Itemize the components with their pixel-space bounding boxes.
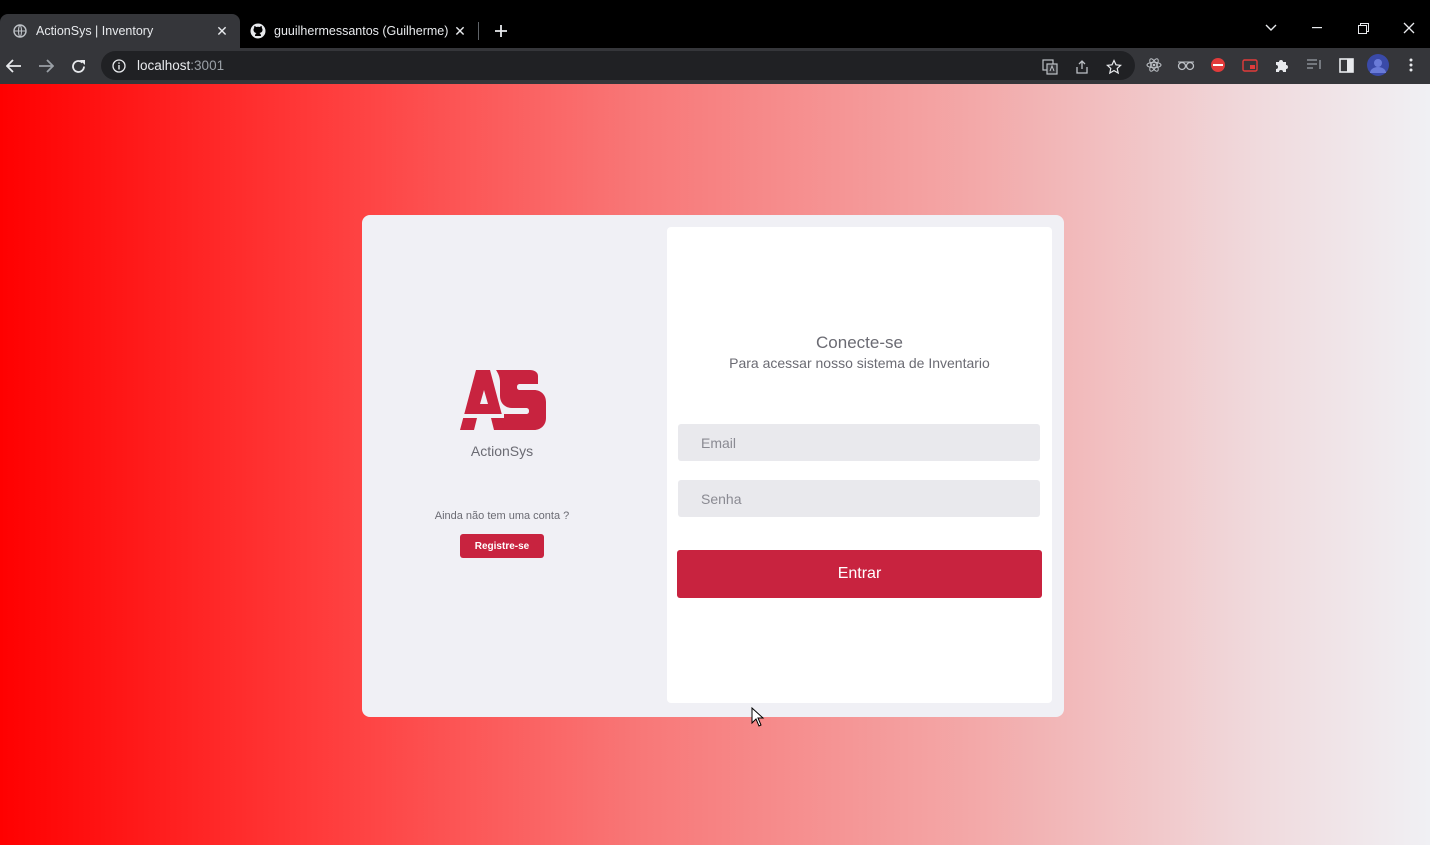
login-card: ActionSys Ainda não tem uma conta ? Regi…: [362, 215, 1064, 717]
mouse-cursor-icon: [751, 706, 765, 727]
new-tab-icon[interactable]: [490, 20, 512, 42]
login-panel: Conecte-se Para acessar nosso sistema de…: [667, 227, 1052, 703]
tab-title: ActionSys | Inventory: [36, 24, 154, 38]
info-icon[interactable]: [111, 58, 127, 74]
minimize-icon[interactable]: [1302, 14, 1332, 42]
close-tab-icon[interactable]: ✕: [212, 21, 232, 41]
globe-icon: [12, 23, 28, 39]
side-panel-icon[interactable]: [1337, 56, 1355, 74]
restore-icon[interactable]: [1348, 14, 1378, 42]
url-text: localhost:3001: [137, 58, 224, 73]
tab-separator: [478, 22, 479, 40]
back-icon[interactable]: [2, 54, 26, 78]
extensions-puzzle-icon[interactable]: [1273, 56, 1291, 74]
no-account-text: Ainda não tem uma conta ?: [434, 510, 570, 522]
register-button[interactable]: Registre-se: [460, 534, 544, 558]
translate-icon[interactable]: [1041, 58, 1059, 76]
login-title: Conecte-se: [816, 333, 903, 352]
menu-kebab-icon[interactable]: [1402, 56, 1420, 74]
reload-icon[interactable]: [66, 54, 90, 78]
tab-actionsys[interactable]: ActionSys | Inventory ✕: [0, 14, 240, 48]
profile-avatar-icon[interactable]: [1366, 53, 1390, 77]
extension-redux-icon[interactable]: [1209, 56, 1227, 74]
brand-name: ActionSys: [470, 443, 534, 459]
browser-toolbar: localhost:3001: [0, 48, 1430, 84]
email-field[interactable]: [678, 424, 1040, 461]
password-field[interactable]: [678, 480, 1040, 517]
url-host: localhost: [137, 58, 191, 73]
address-bar[interactable]: localhost:3001: [101, 51, 1135, 80]
close-tab-icon[interactable]: ✕: [450, 21, 470, 41]
login-subtitle: Para acessar nosso sistema de Inventario: [729, 355, 990, 371]
extension-glasses-icon[interactable]: [1177, 56, 1195, 74]
reading-list-icon[interactable]: [1305, 56, 1323, 74]
close-window-icon[interactable]: [1394, 14, 1424, 42]
forward-icon[interactable]: [34, 54, 58, 78]
brand-panel: ActionSys Ainda não tem uma conta ? Regi…: [362, 215, 654, 717]
tab-search-icon[interactable]: [1256, 14, 1286, 42]
github-icon: [250, 23, 266, 39]
bookmark-star-icon[interactable]: [1105, 58, 1123, 76]
url-port: :3001: [190, 58, 225, 73]
extension-react-icon[interactable]: [1145, 56, 1163, 74]
login-button[interactable]: Entrar: [677, 550, 1042, 598]
actionsys-logo: [460, 370, 546, 432]
extension-pip-icon[interactable]: [1241, 56, 1259, 74]
share-icon[interactable]: [1073, 58, 1091, 76]
tab-strip: ActionSys | Inventory ✕ guuilhermessanto…: [0, 0, 1430, 48]
tab-title: guuilhermessantos (Guilherme): [274, 24, 449, 38]
page-background: ActionSys Ainda não tem uma conta ? Regi…: [0, 84, 1430, 845]
tab-github[interactable]: guuilhermessantos (Guilherme) ✕: [240, 14, 478, 48]
